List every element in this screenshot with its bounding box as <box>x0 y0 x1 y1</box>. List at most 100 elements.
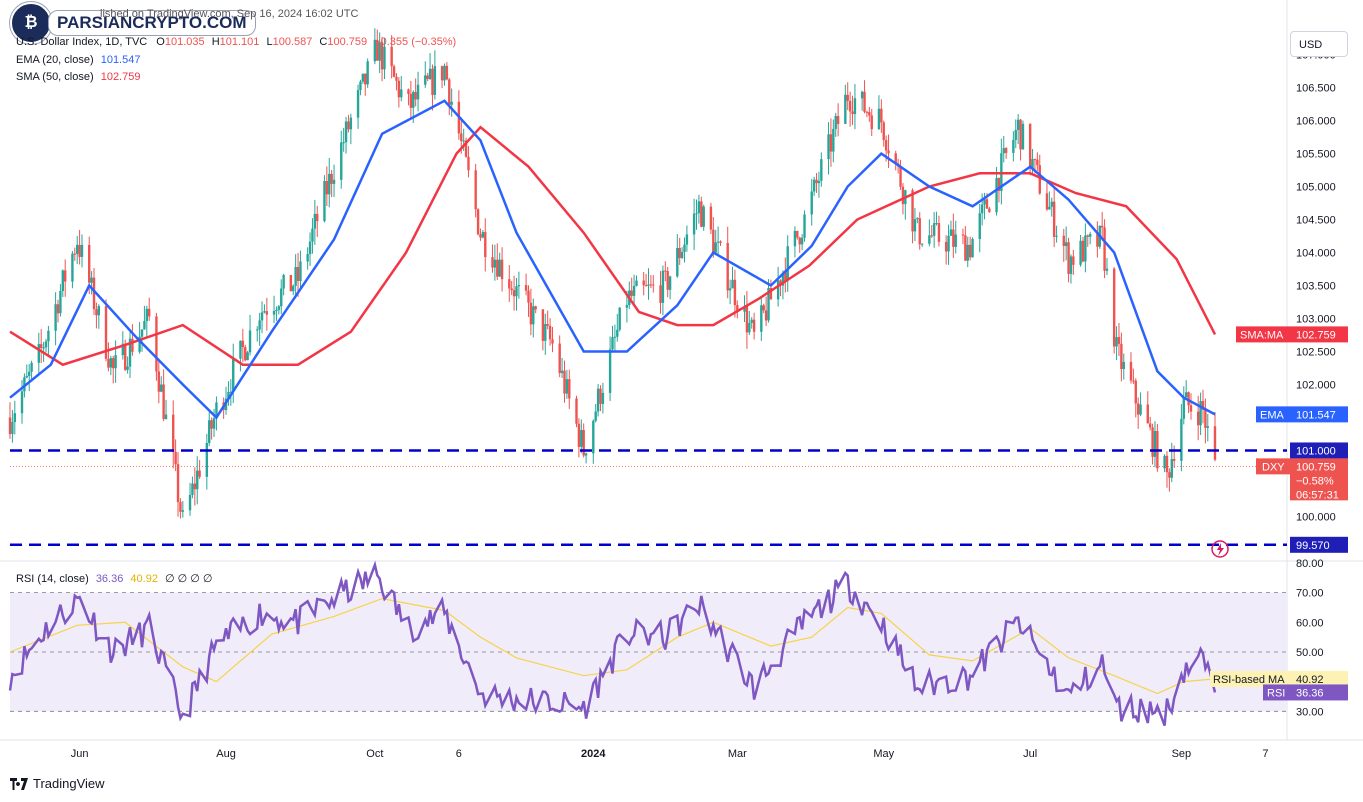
candle-body <box>796 230 799 238</box>
rsi-ma-value-label: 40.92 <box>1296 674 1324 686</box>
candle-body <box>618 307 621 330</box>
candle-body <box>1148 423 1152 428</box>
candle-body <box>349 117 353 130</box>
candle-body <box>1081 240 1085 262</box>
candle-body <box>928 235 931 244</box>
candle-body <box>1045 193 1049 210</box>
candle-body <box>1004 148 1008 153</box>
candle-body <box>491 257 494 268</box>
candle-body <box>265 311 269 315</box>
candle-body <box>1012 139 1015 153</box>
candle-body <box>397 80 401 98</box>
tradingview-brand[interactable]: TradingView <box>10 776 105 791</box>
candle-body <box>328 173 331 195</box>
candle-body <box>668 276 672 290</box>
candle-body <box>1122 361 1125 370</box>
candle-body <box>853 98 857 115</box>
candle-body <box>995 178 998 213</box>
candle-body <box>450 101 453 105</box>
candle-body <box>172 414 175 452</box>
candle-body <box>541 309 545 341</box>
rsi-legend-value: 36.36 <box>95 573 124 585</box>
candle-body <box>697 201 701 214</box>
candle-body <box>78 244 81 257</box>
price-tick-label: 103.500 <box>1296 281 1336 293</box>
candle-body <box>275 309 278 311</box>
candle-body <box>920 243 924 245</box>
candle-body <box>162 384 165 420</box>
candle-body <box>1052 201 1056 237</box>
candle-body <box>515 286 518 297</box>
candle-body <box>762 305 765 311</box>
candle-body <box>508 279 511 289</box>
candle-body <box>412 92 415 108</box>
candle-body <box>356 90 360 118</box>
candle-body <box>1050 201 1053 207</box>
candle-body <box>1033 159 1037 161</box>
candle-body <box>748 322 751 333</box>
candle-body <box>496 259 499 277</box>
currency-button[interactable]: USD <box>1290 31 1348 57</box>
candle-body <box>1103 227 1106 271</box>
candle-body <box>745 306 749 333</box>
candle-body <box>918 218 921 245</box>
candle-body <box>361 73 365 82</box>
candle-body <box>366 61 369 85</box>
candle-body <box>733 279 737 306</box>
candle-body <box>210 420 213 429</box>
candle-body <box>1180 418 1183 461</box>
candle-body <box>558 343 561 374</box>
candle-body <box>666 271 669 290</box>
candle-body <box>880 108 883 123</box>
price-tick-label: 106.000 <box>1296 116 1336 128</box>
candle-body <box>635 280 638 286</box>
candle-body <box>448 79 451 105</box>
candle-body <box>260 312 264 321</box>
candle-body <box>1002 148 1005 154</box>
candle-body <box>1189 405 1193 412</box>
candle-body <box>1168 472 1171 478</box>
candle-body <box>409 93 413 108</box>
candle-body <box>565 379 569 394</box>
candle-body <box>630 290 633 296</box>
bar-countdown-label: 06:57:31 <box>1296 489 1339 501</box>
candle-body <box>1120 343 1123 370</box>
candle-body <box>126 366 129 370</box>
rsi-tick-label: 60.00 <box>1296 617 1324 629</box>
candle-body <box>64 270 67 282</box>
candle-body <box>592 420 595 454</box>
ema-legend[interactable]: EMA (20, close) 101.547 <box>16 54 140 66</box>
candle-body <box>97 306 101 316</box>
candle-body <box>563 370 566 394</box>
candle-body <box>952 229 955 247</box>
close-value: 100.759 <box>327 36 368 48</box>
open-value: 101.035 <box>164 36 205 48</box>
candle-body <box>534 306 537 310</box>
candle-body <box>642 280 645 286</box>
candle-body <box>644 285 648 287</box>
candle-body <box>179 502 182 512</box>
candle-body <box>359 81 362 91</box>
candle-body <box>1086 235 1089 237</box>
candle-body <box>467 156 470 171</box>
candle-body <box>517 285 521 287</box>
candle-body <box>978 213 981 239</box>
candle-body <box>426 75 429 80</box>
candle-body <box>716 241 720 243</box>
price-tick-label: 103.000 <box>1296 313 1336 325</box>
candle-body <box>947 235 950 252</box>
rsi-band-fill <box>10 592 1287 712</box>
candle-body <box>836 115 840 124</box>
candle-body <box>1204 409 1207 428</box>
rsi-legend[interactable]: RSI (14, close) 36.36 40.92 ∅ ∅ ∅ ∅ <box>16 572 213 585</box>
time-tick-label: Jun <box>71 748 89 760</box>
sma-legend[interactable]: SMA (50, close) 102.759 <box>16 71 140 83</box>
ema-legend-label: EMA (20, close) <box>16 54 94 66</box>
chart-canvas[interactable]: 107.000106.500106.000105.500105.000104.5… <box>0 0 1363 802</box>
candle-body <box>577 423 581 447</box>
candle-body <box>256 329 259 331</box>
candle-body <box>56 304 60 314</box>
candle-body <box>493 259 497 268</box>
candle-body <box>702 206 705 227</box>
time-tick-label: 2024 <box>581 748 606 760</box>
